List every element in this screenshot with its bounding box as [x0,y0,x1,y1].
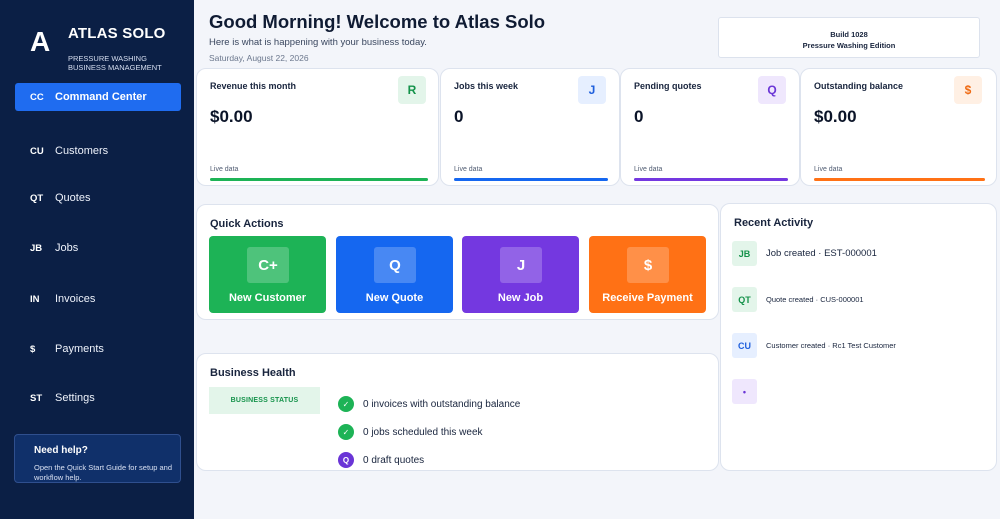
sidebar-item-invoices[interactable]: IN Invoices [15,285,181,313]
kpi-value: 0 [454,107,464,126]
invoices-icon: IN [30,293,40,305]
sidebar-item-label: Settings [55,392,95,404]
dot-icon: • [732,379,757,404]
status-badge: BUSINESS STATUS [209,387,320,414]
brand-tagline: PRESSURE WASHING BUSINESS MANAGEMENT [68,54,162,72]
button-label: New Quote [365,292,424,304]
payments-icon: $ [30,343,36,355]
check-icon: ✓ [338,424,354,440]
activity-text: Quote created · CUS-000001 [766,295,864,304]
quick-actions-title: Quick Actions [210,218,284,230]
kpi-label: Jobs this week [454,81,519,91]
kpi-value: 0 [634,107,644,126]
jobs-icon: JB [30,242,43,254]
sidebar-item-label: Customers [55,145,109,157]
kpi-card-jobs: Jobs this week J 0 Live data [440,68,620,186]
quote-icon: Q [374,247,416,283]
sidebar-item-quotes[interactable]: QT Quotes [15,184,181,212]
kpi-card-quotes: Pending quotes Q 0 Live data [620,68,800,186]
health-text: 0 invoices with outstanding balance [363,398,521,410]
sidebar-item-label: Jobs [55,242,79,254]
sidebar-item-label: Invoices [55,293,96,305]
build-info: Build 1028 Pressure Washing Edition [718,17,980,58]
quote-icon: Q [338,452,354,468]
kpi-label: Outstanding balance [814,81,904,91]
kpi-accent-bar [634,178,788,181]
health-text: 0 jobs scheduled this week [363,426,483,438]
build-number: Build 1028 [830,30,868,39]
activity-text: Customer created · Rc1 Test Customer [766,341,896,350]
kpi-card-balance: Outstanding balance $ $0.00 Live data [800,68,997,186]
kpi-label: Revenue this month [210,81,297,91]
help-title: Need help? [34,445,88,456]
sidebar-item-jobs[interactable]: JB Jobs [15,234,181,262]
sidebar-item-customers[interactable]: CU Customers [15,137,181,165]
business-health-title: Business Health [210,367,296,379]
kpi-footnote: Live data [814,166,843,173]
button-label: Receive Payment [602,292,693,304]
page-title: Good Morning! Welcome to Atlas Solo [209,11,546,32]
help-text: Open the Quick Start Guide for setup and… [34,463,172,482]
activity-item[interactable]: • [732,379,766,404]
brand-name: ATLAS SOLO [68,25,166,42]
sidebar-item-label: Payments [55,343,104,355]
receive-payment-button[interactable]: $ Receive Payment [589,236,706,313]
recent-activity-panel: Recent Activity JB Job created · EST-000… [720,203,997,471]
new-quote-button[interactable]: Q New Quote [336,236,453,313]
activity-text: Job created · EST-000001 [766,248,877,259]
check-icon: ✓ [338,396,354,412]
new-customer-button[interactable]: C+ New Customer [209,236,326,313]
kpi-label: Pending quotes [634,81,702,91]
dollar-icon: $ [627,247,669,283]
sidebar-item-payments[interactable]: $ Payments [15,335,181,363]
button-label: New Job [497,292,544,304]
kpi-footnote: Live data [210,166,239,173]
activity-item[interactable]: CU Customer created · Rc1 Test Customer [732,333,896,358]
revenue-icon: R [398,76,426,104]
business-health-panel: Business Health BUSINESS STATUS ✓ 0 invo… [196,353,719,471]
button-label: New Customer [228,292,307,304]
dollar-icon: $ [954,76,982,104]
customer-icon: CU [732,333,757,358]
activity-item[interactable]: QT Quote created · CUS-000001 [732,287,864,312]
job-icon: J [500,247,542,283]
kpi-footnote: Live data [634,166,663,173]
quotes-icon: QT [30,192,44,204]
kpi-value: $0.00 [210,107,253,126]
edition-label: Pressure Washing Edition [802,41,896,50]
kpi-footnote: Live data [454,166,483,173]
kpi-accent-bar [814,178,985,181]
activity-item[interactable]: JB Job created · EST-000001 [732,241,877,266]
quotes-icon: Q [758,76,786,104]
current-date: Saturday, August 22, 2026 [209,53,309,63]
health-item: ✓ 0 jobs scheduled this week [338,424,483,440]
job-icon: JB [732,241,757,266]
quick-actions-panel: Quick Actions C+ New Customer Q New Quot… [196,204,719,320]
page-subtitle: Here is what is happening with your busi… [209,37,427,48]
quote-icon: QT [732,287,757,312]
new-job-button[interactable]: J New Job [462,236,579,313]
sidebar: A ATLAS SOLO PRESSURE WASHING BUSINESS M… [0,0,194,519]
sidebar-item-label: Quotes [55,192,91,204]
kpi-value: $0.00 [814,107,857,126]
kpi-card-revenue: Revenue this month R $0.00 Live data [196,68,439,186]
recent-activity-title: Recent Activity [734,217,814,229]
kpi-accent-bar [454,178,608,181]
sidebar-item-command-center[interactable]: CC Command Center [15,83,181,111]
kpi-accent-bar [210,178,428,181]
health-text: 0 draft quotes [363,454,425,466]
customers-icon: CU [30,145,44,157]
jobs-icon: J [578,76,606,104]
health-item: Q 0 draft quotes [338,452,424,468]
settings-icon: ST [30,392,43,404]
sidebar-item-label: Command Center [55,91,147,103]
command-center-icon: CC [30,91,44,103]
sidebar-item-settings[interactable]: ST Settings [15,384,181,412]
help-card[interactable]: Need help? Open the Quick Start Guide fo… [14,434,181,483]
logo: A [30,26,51,57]
health-item: ✓ 0 invoices with outstanding balance [338,396,520,412]
add-customer-icon: C+ [247,247,289,283]
